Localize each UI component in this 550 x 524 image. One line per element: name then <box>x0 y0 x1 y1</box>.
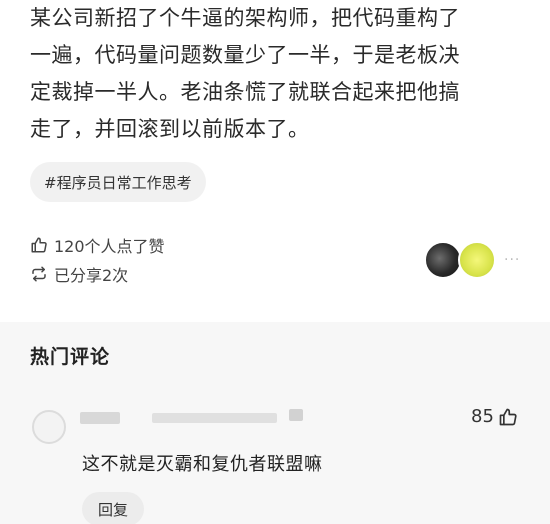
likes-summary[interactable]: 120个人点了赞 <box>30 233 165 257</box>
blurred-username <box>80 412 120 424</box>
thumbs-up-icon <box>499 408 517 425</box>
post-card: 某公司新招了个牛逼的架构师，把代码重构了 一遍，代码量问题数量少了一半，于是老板… <box>0 0 550 322</box>
topic-tag[interactable]: #程序员日常工作思考 <box>30 162 206 202</box>
comments-section: 热门评论 85 这不就是灭霸和复仇者联盟嘛 回复 <box>0 322 550 524</box>
repost-icon <box>32 266 46 282</box>
page: 某公司新招了个牛逼的架构师，把代码重构了 一遍，代码量问题数量少了一半，于是老板… <box>0 0 550 524</box>
comment-text: 这不就是灭霸和复仇者联盟嘛 <box>82 454 323 475</box>
avatar <box>458 241 496 279</box>
avatar <box>424 241 462 279</box>
reply-button[interactable]: 回复 <box>82 492 145 524</box>
liker-avatars[interactable]: ··· <box>424 241 520 279</box>
thumbs-up-icon <box>31 237 47 253</box>
shares-summary[interactable]: 已分享2次 <box>30 262 128 286</box>
reply-label: 回复 <box>98 500 129 519</box>
more-dots-icon: ··· <box>504 252 521 268</box>
comment-like-button[interactable]: 85 <box>471 406 518 427</box>
topic-tag-label: #程序员日常工作思考 <box>44 173 192 192</box>
commenter-avatar[interactable] <box>32 410 66 444</box>
comment-like-count: 85 <box>471 406 494 427</box>
blurred-badge <box>289 409 303 421</box>
post-body-text: 某公司新招了个牛逼的架构师，把代码重构了 一遍，代码量问题数量少了一半，于是老板… <box>30 6 460 141</box>
comments-title: 热门评论 <box>30 346 111 368</box>
likes-text: 120个人点了赞 <box>54 237 165 256</box>
blurred-username <box>152 413 277 423</box>
shares-text: 已分享2次 <box>54 266 129 285</box>
